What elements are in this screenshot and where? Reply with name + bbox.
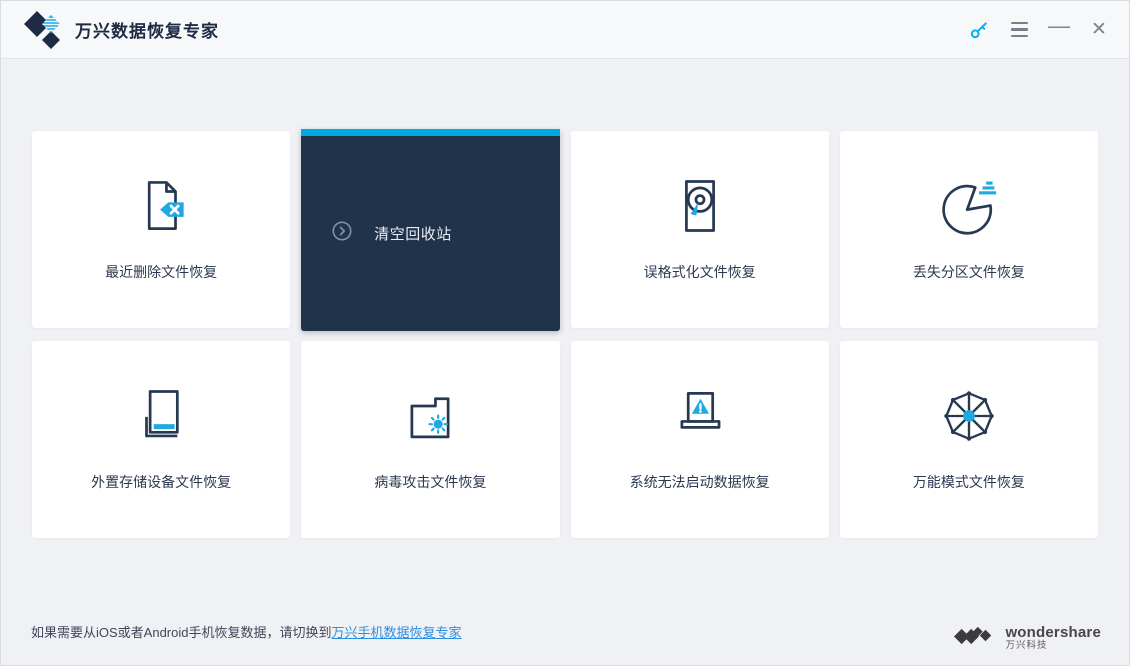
mode-card-formatted[interactable]: 误格式化文件恢复 (570, 131, 829, 328)
mode-card-label: 误格式化文件恢复 (643, 264, 756, 280)
laptop-warning-icon (671, 387, 729, 445)
mode-card-label: 清空回收站 (374, 226, 452, 243)
mode-card-recent-delete[interactable]: 最近删除文件恢复 (32, 131, 291, 328)
close-icon[interactable]: ✕ (1079, 10, 1119, 50)
footer-text: 如果需要从iOS或者Android手机恢复数据，请切换到 (31, 625, 332, 640)
app-title: 万兴数据恢复专家 (75, 22, 219, 41)
brand-block: wondershare 万兴科技 (954, 623, 1101, 653)
file-delete-icon (132, 177, 190, 235)
mode-card-label: 万能模式文件恢复 (912, 474, 1025, 490)
external-drive-icon (132, 387, 190, 445)
mode-card-label: 病毒攻击文件恢复 (374, 474, 487, 490)
key-icon[interactable] (959, 10, 999, 50)
partition-pie-icon (940, 177, 998, 235)
mode-card-label: 外置存储设备文件恢复 (91, 474, 232, 490)
mode-card-label: 最近删除文件恢复 (105, 264, 218, 280)
mobile-recovery-link[interactable]: 万兴手机数据恢复专家 (331, 625, 461, 640)
app-logo-icon (23, 10, 63, 50)
app-window: 万兴数据恢复专家 — ✕ 最近删除文件恢复 清空回收站 误格式化文件恢复 丢失分… (0, 0, 1130, 666)
footer-note: 如果需要从iOS或者Android手机恢复数据，请切换到万兴手机数据恢复专家 (31, 622, 462, 641)
titlebar: 万兴数据恢复专家 — ✕ (1, 1, 1129, 59)
mode-card-system-crash[interactable]: 系统无法启动数据恢复 (570, 341, 829, 538)
active-highlight-bar (301, 129, 560, 136)
mode-card-lost-partition[interactable]: 丢失分区文件恢复 (839, 131, 1098, 328)
mode-card-label: 系统无法启动数据恢复 (629, 474, 770, 490)
titlebar-controls: — ✕ (959, 10, 1119, 50)
minimize-icon[interactable]: — (1039, 6, 1079, 46)
hamburger-menu-icon[interactable] (999, 10, 1039, 50)
brand-subtitle: 万兴科技 (1005, 640, 1048, 652)
recovery-mode-grid: 最近删除文件恢复 清空回收站 误格式化文件恢复 丢失分区文件恢复 外置存储设备文… (32, 129, 1098, 538)
mode-card-label: 丢失分区文件恢复 (912, 264, 1025, 280)
mode-card-all-around[interactable]: 万能模式文件恢复 (839, 341, 1098, 538)
mode-card-external-device[interactable]: 外置存储设备文件恢复 (32, 341, 291, 538)
hard-disk-icon (671, 177, 729, 235)
virus-folder-icon (401, 387, 459, 445)
mode-card-empty-recycle-bin[interactable]: 清空回收站 (301, 129, 560, 331)
mode-card-virus-attack[interactable]: 病毒攻击文件恢复 (301, 341, 560, 538)
wheel-icon (940, 387, 998, 445)
circle-arrow-icon (331, 220, 353, 247)
brand-name: wondershare (1005, 623, 1101, 641)
wondershare-logo-icon (954, 623, 996, 653)
